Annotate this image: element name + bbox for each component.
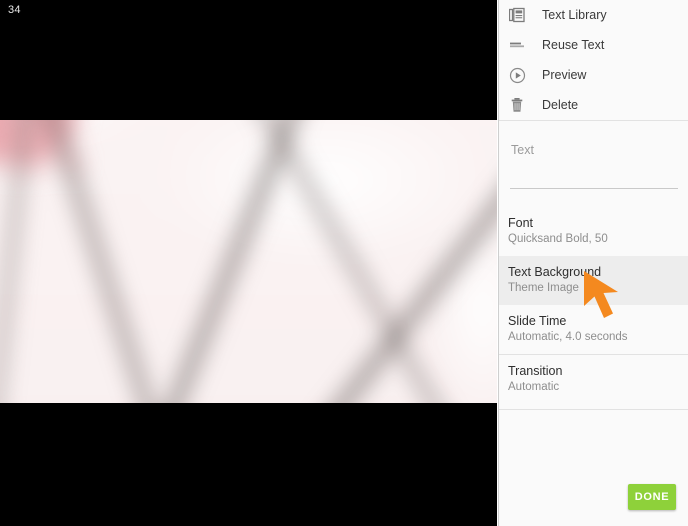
slide-background-image — [0, 120, 497, 403]
trash-icon — [506, 94, 528, 116]
menu-item-label: Text Library — [542, 8, 607, 22]
menu-item-text-library[interactable]: Text Library — [499, 0, 688, 30]
slide-preview-stage[interactable]: 34 — [0, 0, 497, 526]
setting-value: Automatic — [508, 381, 560, 393]
slide-options-panel: Text Library Reuse Text Preview Delete T… — [498, 0, 688, 526]
text-library-icon — [506, 4, 528, 26]
setting-row-font[interactable]: Font Quicksand Bold, 50 — [499, 207, 688, 256]
menu-item-label: Reuse Text — [542, 38, 605, 52]
menu-item-delete[interactable]: Delete — [499, 90, 688, 120]
setting-title: Slide Time — [508, 314, 567, 328]
menu-item-label: Delete — [542, 98, 579, 112]
slide-counter: 34 — [8, 4, 21, 16]
setting-value: Automatic, 4.0 seconds — [508, 331, 628, 343]
reuse-text-icon — [506, 34, 528, 56]
text-input-area[interactable]: Text — [499, 121, 688, 207]
setting-row-transition[interactable]: Transition Automatic — [499, 355, 688, 404]
setting-title: Font — [508, 216, 534, 230]
text-input-underline — [510, 188, 678, 189]
setting-value: Quicksand Bold, 50 — [508, 233, 608, 245]
menu-item-reuse-text[interactable]: Reuse Text — [499, 30, 688, 60]
menu-item-preview[interactable]: Preview — [499, 60, 688, 90]
setting-value: Theme Image — [508, 282, 579, 294]
menu-item-label: Preview — [542, 68, 587, 82]
play-circle-icon — [506, 64, 528, 86]
setting-title: Text Background — [508, 265, 602, 279]
setting-row-text-background[interactable]: Text Background Theme Image — [499, 256, 688, 305]
setting-title: Transition — [508, 364, 563, 378]
text-input-placeholder: Text — [511, 143, 534, 157]
setting-row-slide-time[interactable]: Slide Time Automatic, 4.0 seconds — [499, 305, 688, 354]
done-button[interactable]: DONE — [628, 484, 676, 510]
panel-divider — [499, 409, 688, 410]
photo-branches-layer — [0, 120, 497, 403]
